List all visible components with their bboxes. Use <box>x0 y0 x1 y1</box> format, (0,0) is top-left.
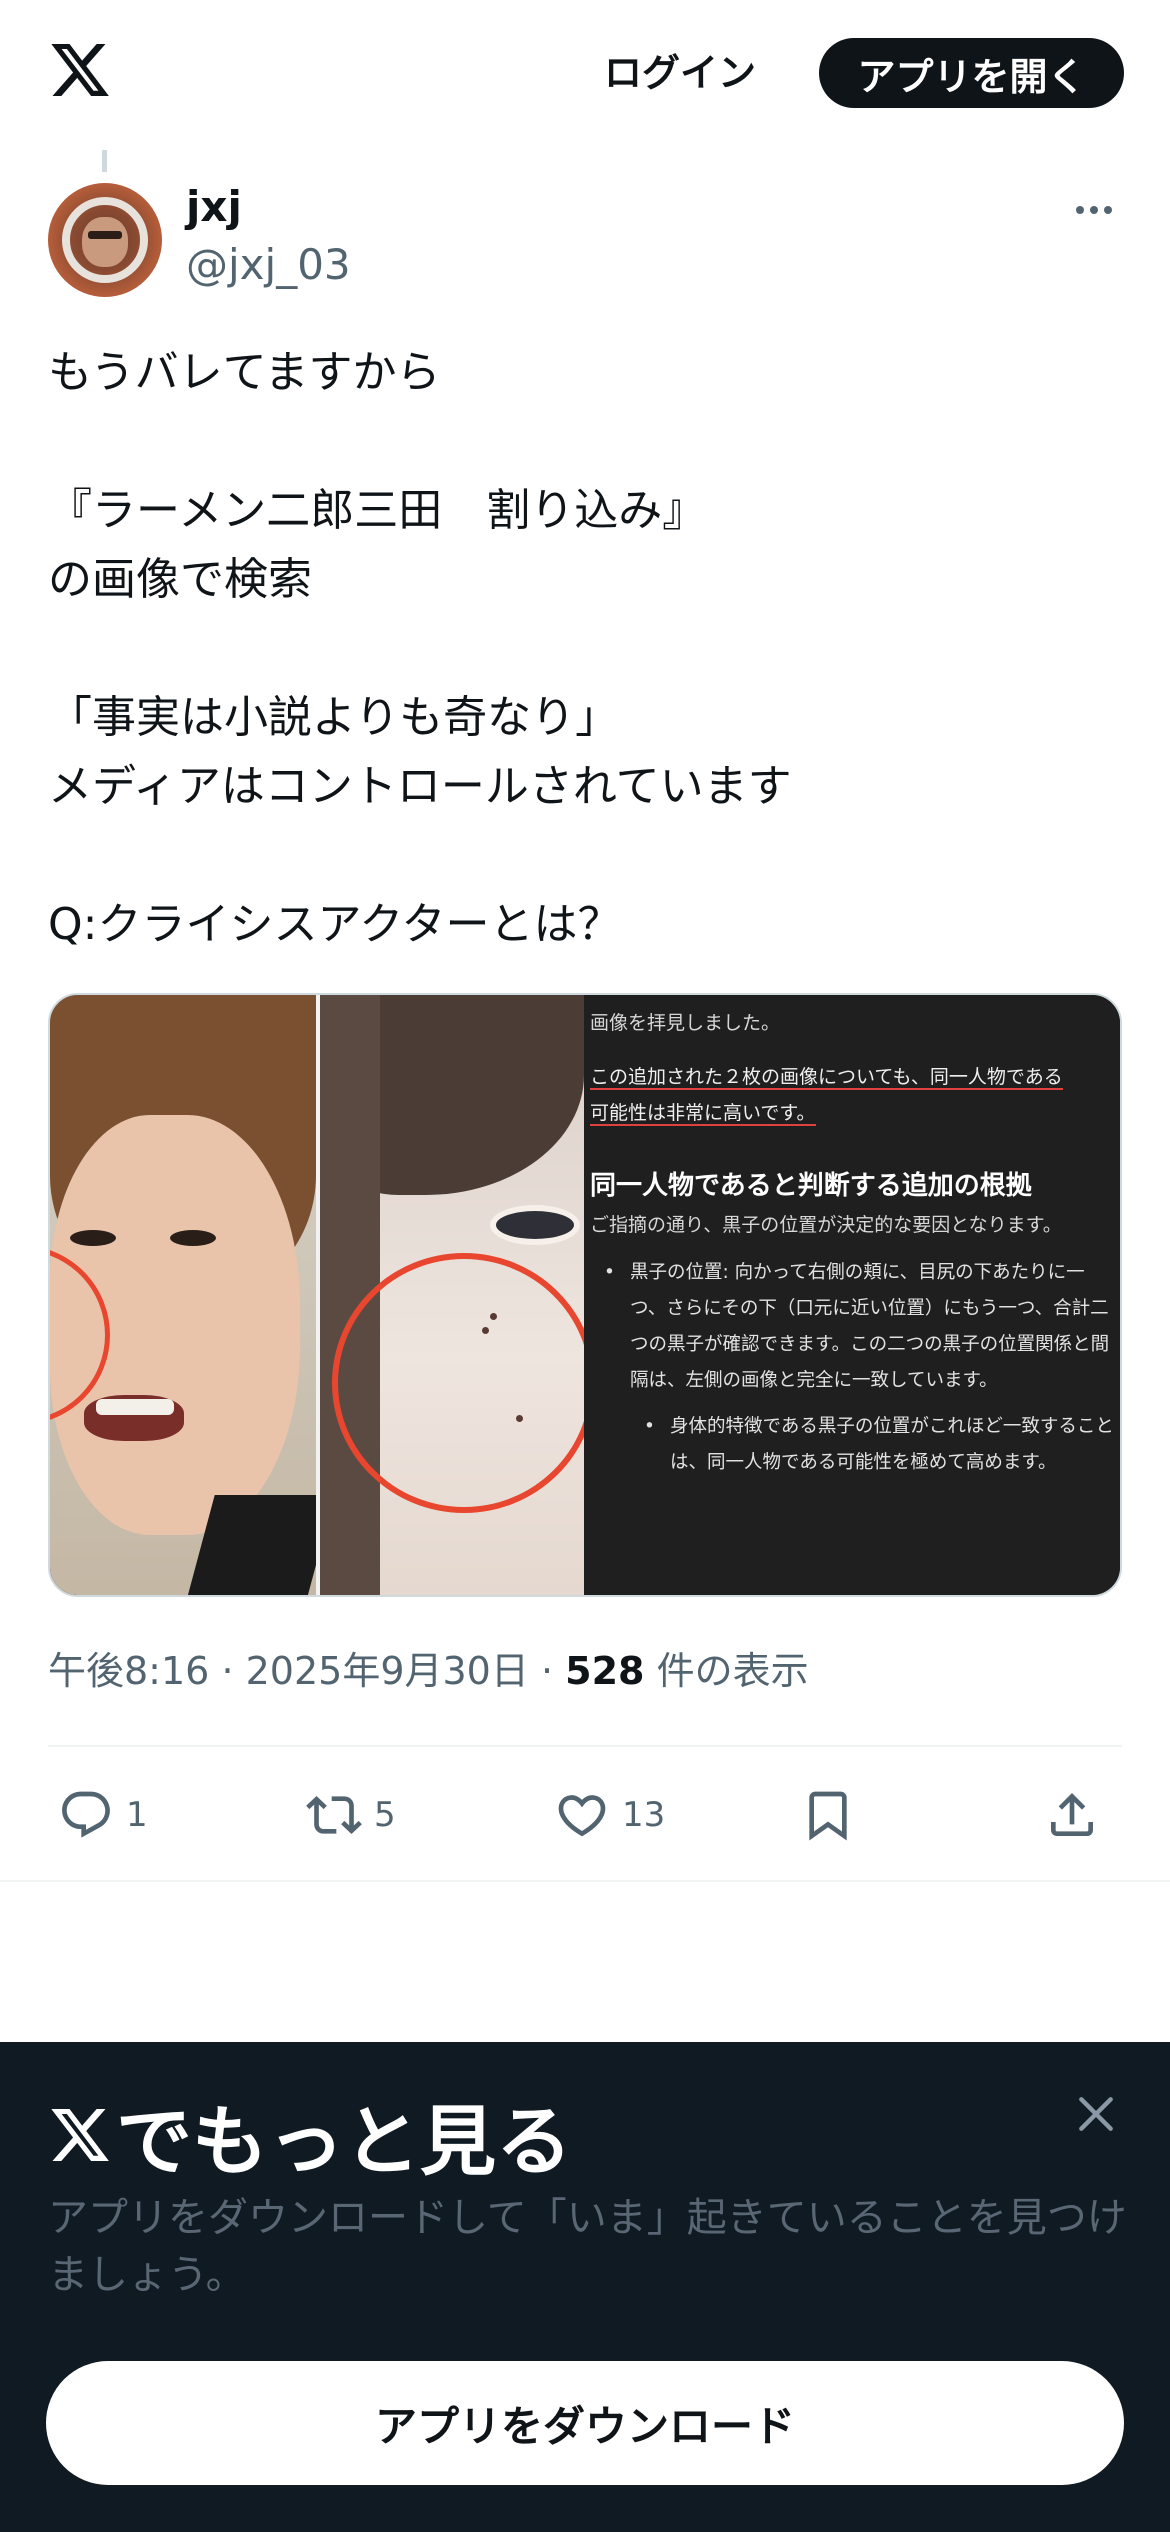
reply-icon <box>62 1791 110 1838</box>
divider <box>48 1745 1122 1747</box>
tweet-time[interactable]: 午後8:16 <box>48 1649 209 1693</box>
x-logo-icon[interactable] <box>48 38 112 102</box>
sheet-title: でもっと見る <box>48 2080 572 2190</box>
top-bar: ログイン アプリを開く <box>0 0 1170 145</box>
bookmark-icon <box>809 1791 847 1841</box>
share-button[interactable] <box>1044 1780 1100 1850</box>
like-button[interactable]: 13 <box>554 1780 665 1850</box>
media-photo-middle <box>320 995 584 1595</box>
share-icon <box>1051 1793 1093 1836</box>
media-text-screenshot: 画像を拝見しました。 この追加された２枚の画像についても、同一人物である 可能性は… <box>584 995 1120 1595</box>
bookmark-button[interactable] <box>800 1780 856 1850</box>
retweet-button[interactable]: 5 <box>306 1780 396 1850</box>
download-app-button[interactable]: アプリをダウンロード <box>46 2361 1124 2485</box>
tweet-date[interactable]: 2025年9月30日 <box>246 1649 529 1693</box>
thread-line <box>102 150 107 172</box>
display-name[interactable]: jxj <box>186 182 242 231</box>
close-icon[interactable] <box>1074 2092 1118 2136</box>
views-count: 528 <box>565 1649 645 1693</box>
user-handle[interactable]: @jxj_03 <box>186 240 351 289</box>
tweet-meta: 午後8:16 · 2025年9月30日 · 528 件の表示 <box>48 1649 809 1693</box>
media-photo-left <box>50 995 316 1595</box>
avatar[interactable] <box>48 183 162 297</box>
more-options-icon[interactable] <box>1076 200 1120 220</box>
reply-count: 1 <box>126 1795 148 1835</box>
like-count: 13 <box>622 1795 666 1835</box>
retweet-count: 5 <box>374 1795 396 1835</box>
reply-button[interactable]: 1 <box>58 1780 148 1850</box>
retweet-icon <box>306 1796 362 1834</box>
login-link[interactable]: ログイン <box>604 42 756 97</box>
x-logo-icon <box>51 2109 109 2161</box>
sheet-description: アプリをダウンロードして「いま」起きていることを見つけましょう。 <box>48 2195 1127 2298</box>
views-label: 件の表示 <box>656 1649 809 1693</box>
tweet-media[interactable]: 画像を拝見しました。 この追加された２枚の画像についても、同一人物である 可能性は… <box>48 993 1122 1597</box>
open-app-button[interactable]: アプリを開く <box>819 38 1124 108</box>
tweet-text: もうバレてますから 『ラーメン二郎三田 割り込み』 の画像で検索 「事実は小説よ… <box>48 347 792 950</box>
divider <box>0 1880 1170 1882</box>
heart-icon <box>558 1795 606 1837</box>
action-bar: 1 5 13 <box>48 1780 1122 1850</box>
